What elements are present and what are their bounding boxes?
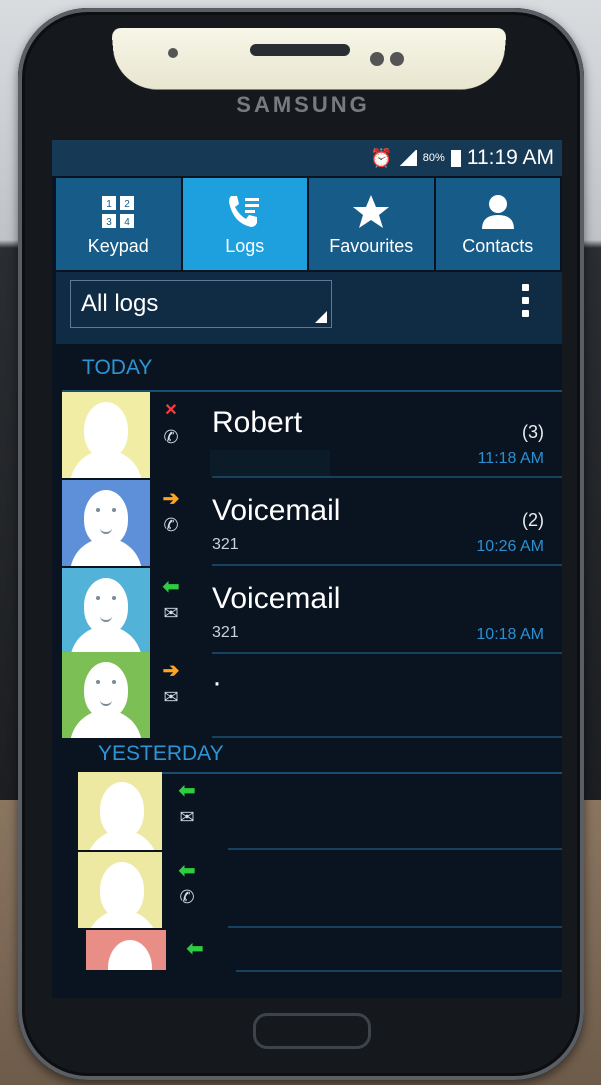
log-filter-dropdown[interactable]: All logs xyxy=(70,280,332,328)
phone-icon: ✆ xyxy=(163,515,179,535)
svg-text:2: 2 xyxy=(124,199,130,210)
status-bar: ⏰ 80% 11:19 AM xyxy=(52,140,562,176)
dropdown-arrow-icon xyxy=(315,311,327,323)
tab-favourites[interactable]: Favourites xyxy=(309,178,434,270)
section-header-today: TODAY xyxy=(82,356,153,379)
svg-text:1: 1 xyxy=(106,199,112,210)
svg-text:3: 3 xyxy=(106,217,112,228)
log-entry[interactable]: ⬅ ✉ Voicemail 321 10:18 AM xyxy=(62,568,562,654)
contact-name: Robert xyxy=(212,406,303,439)
log-entry[interactable]: ✕ ✆ Robert (3) 11:18 AM xyxy=(62,392,562,478)
tab-bar: 1 2 3 4 Keypad Logs Favourites Contacts xyxy=(56,178,562,270)
incoming-arrow-icon: ⬅ xyxy=(162,576,180,598)
message-icon: ✉ xyxy=(163,687,179,707)
message-icon: ✉ xyxy=(179,807,195,827)
missed-call-icon: ✕ xyxy=(164,402,178,419)
call-count: (2) xyxy=(522,510,544,530)
call-time: 10:18 AM xyxy=(476,626,544,643)
svg-text:4: 4 xyxy=(124,217,130,228)
status-time: 11:19 AM xyxy=(466,146,554,169)
outgoing-arrow-icon: ➔ xyxy=(162,488,180,510)
contact-name: Voicemail xyxy=(212,582,341,615)
avatar xyxy=(86,930,166,970)
phone-screen: ⏰ 80% 11:19 AM 1 2 3 4 Keypad Logs Favou… xyxy=(52,140,562,998)
alarm-icon: ⏰ xyxy=(370,147,393,168)
contact-number: 321 xyxy=(212,624,239,641)
home-button[interactable] xyxy=(253,1013,371,1049)
log-entry[interactable]: ➔ ✉ · xyxy=(62,652,562,738)
battery-icon xyxy=(450,149,461,167)
tab-label: Keypad xyxy=(87,235,149,256)
log-entry[interactable]: ⬅ ✆ xyxy=(78,852,562,928)
proximity-sensor-icon xyxy=(390,52,404,66)
battery-percent: 80% xyxy=(422,152,445,164)
avatar xyxy=(62,392,150,478)
tab-label: Logs xyxy=(225,235,265,256)
screen-glare xyxy=(111,27,507,90)
front-camera-icon xyxy=(370,52,384,66)
tab-label: Contacts xyxy=(462,235,534,256)
incoming-arrow-icon: ⬅ xyxy=(178,780,196,802)
log-entry[interactable]: ➔ ✆ Voicemail 321 (2) 10:26 AM xyxy=(62,480,562,566)
phone-icon: ✆ xyxy=(163,427,179,447)
avatar xyxy=(62,480,150,566)
log-filter-value: All logs xyxy=(81,290,159,317)
section-header-yesterday: YESTERDAY xyxy=(98,742,224,765)
contact-icon xyxy=(479,192,517,232)
tab-contacts[interactable]: Contacts xyxy=(435,178,560,270)
tab-keypad[interactable]: 1 2 3 4 Keypad xyxy=(56,178,181,270)
earpiece-speaker xyxy=(250,44,350,56)
contact-name: · xyxy=(212,666,222,699)
avatar xyxy=(62,652,150,738)
call-time: 11:18 AM xyxy=(477,450,544,467)
log-entry[interactable]: ⬅ xyxy=(86,930,562,998)
tab-logs[interactable]: Logs xyxy=(182,178,307,270)
call-count: (3) xyxy=(522,422,544,442)
redacted-number xyxy=(210,450,330,476)
avatar xyxy=(62,568,150,654)
contact-number: 321 xyxy=(212,536,239,553)
incoming-arrow-icon: ⬅ xyxy=(186,938,204,960)
signal-icon xyxy=(398,150,417,166)
outgoing-arrow-icon: ➔ xyxy=(162,660,180,682)
avatar xyxy=(78,772,162,850)
sensor-icon xyxy=(168,48,178,58)
keypad-icon: 1 2 3 4 xyxy=(100,192,136,232)
incoming-arrow-icon: ⬅ xyxy=(178,860,196,882)
message-icon: ✉ xyxy=(163,603,179,623)
tab-label: Favourites xyxy=(329,235,414,256)
log-entry[interactable]: ⬅ ✉ xyxy=(78,772,562,850)
contact-name: Voicemail xyxy=(212,494,341,527)
phone-icon: ✆ xyxy=(179,887,195,907)
filter-row: All logs xyxy=(56,272,562,344)
call-time: 10:26 AM xyxy=(476,538,544,555)
call-log-icon xyxy=(225,192,265,232)
more-options-icon[interactable] xyxy=(522,284,530,317)
brand-logo: SAMSUNG xyxy=(236,92,370,117)
avatar xyxy=(78,852,162,928)
star-icon xyxy=(352,192,390,232)
